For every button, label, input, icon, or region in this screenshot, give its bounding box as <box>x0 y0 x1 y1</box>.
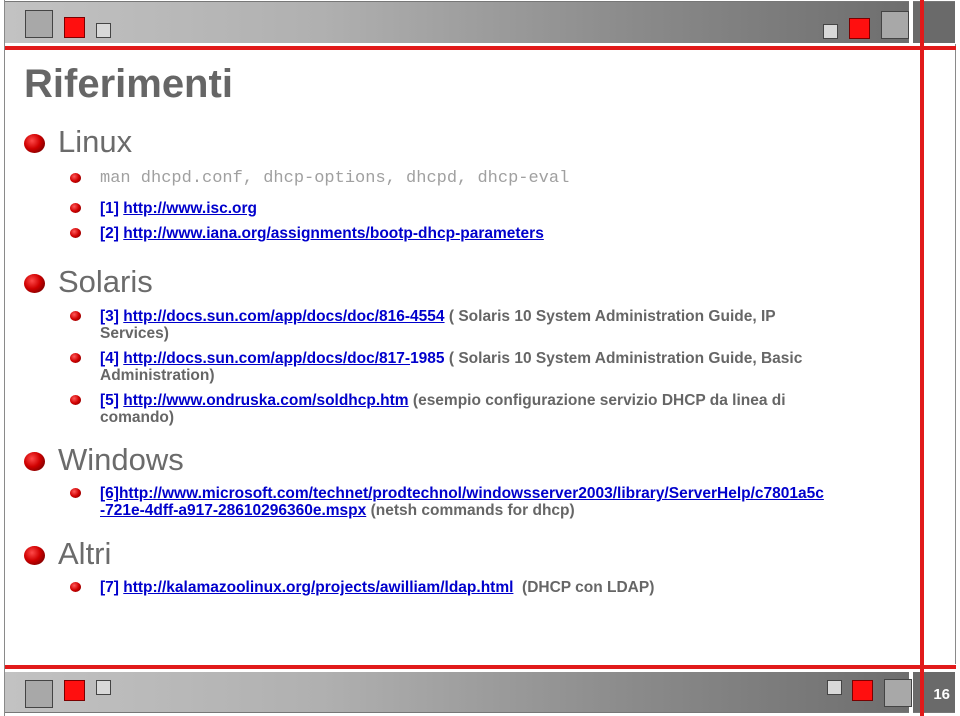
header-bar <box>5 1 909 43</box>
bullet-icon <box>24 451 45 471</box>
bullet-icon <box>70 395 81 405</box>
deco-square-light <box>823 24 838 39</box>
ref-number: [3] <box>100 308 119 325</box>
bullet-icon <box>70 311 81 321</box>
bullet-icon <box>70 173 81 183</box>
bullet-icon <box>24 545 45 565</box>
bullet-icon <box>24 273 45 293</box>
slide-title: Riferimenti <box>24 62 233 106</box>
deco-square-gray <box>25 10 53 38</box>
reference-link[interactable]: http://docs.sun.com/app/docs/doc/816-455… <box>123 308 444 325</box>
reference-link[interactable]: http://www.ondruska.com/soldhcp.htm <box>123 392 408 409</box>
section-title: Windows <box>58 442 184 477</box>
section-title: Solaris <box>58 264 153 299</box>
bullet-icon <box>70 228 81 238</box>
footer-red-line <box>5 665 956 669</box>
reference-link[interactable]: http://www.iana.org/assignments/bootp-dh… <box>123 225 544 242</box>
bullet-icon <box>70 353 81 363</box>
bullet-icon <box>70 488 81 498</box>
section-solaris: Solaris <box>24 264 153 300</box>
vertical-red-line <box>920 0 924 716</box>
deco-square-gray <box>25 680 53 708</box>
header-red-line <box>5 46 956 50</box>
reference-link-tail: 1985 <box>410 350 445 367</box>
footer-bar <box>5 672 909 713</box>
deco-square-red <box>64 17 85 38</box>
section-title: Linux <box>58 124 133 159</box>
reference-description: (netsh commands for dhcp) <box>370 502 575 519</box>
frame-border-right <box>955 44 956 664</box>
deco-square-light <box>96 23 111 38</box>
reference-link-cont[interactable]: -721e-4dff-a917-28610296360e.mspx <box>100 502 366 519</box>
deco-square-gray <box>881 11 909 39</box>
reference-description: ( Solaris 10 System Administration Guide… <box>448 350 803 367</box>
ref-number: [7] <box>100 579 119 596</box>
section-title: Altri <box>58 536 112 571</box>
reference-description-cont: Administration) <box>100 367 215 384</box>
section-linux: Linux <box>24 124 132 160</box>
reference-link[interactable]: http://www.isc.org <box>123 200 257 217</box>
deco-square-red <box>849 18 870 39</box>
deco-square-red <box>852 680 873 701</box>
reference-description-cont: comando) <box>100 409 175 426</box>
frame-border-left <box>4 0 5 716</box>
reference-description-cont: Services) <box>100 325 169 342</box>
reference-link[interactable]: http://www.microsoft.com/technet/prodtec… <box>119 485 824 502</box>
reference-description: ( Solaris 10 System Administration Guide… <box>448 308 776 325</box>
page-number: 16 <box>933 686 950 703</box>
section-altri: Altri <box>24 536 111 572</box>
reference-link[interactable]: http://docs.sun.com/app/docs/doc/817- <box>123 350 410 367</box>
ref-number: [4] <box>100 350 119 367</box>
section-windows: Windows <box>24 442 184 478</box>
reference-link[interactable]: http://kalamazoolinux.org/projects/awill… <box>123 579 513 596</box>
bullet-icon <box>24 133 45 153</box>
deco-square-light <box>96 680 111 695</box>
deco-square-gray <box>884 679 912 707</box>
ref-number: [6] <box>100 485 119 502</box>
ref-number: [1] <box>100 200 119 217</box>
ref-number: [2] <box>100 225 119 242</box>
man-pages-text: man dhcpd.conf, dhcp-options, dhcpd, dhc… <box>100 169 570 188</box>
deco-square-light <box>827 680 842 695</box>
ref-number: [5] <box>100 392 119 409</box>
bullet-icon <box>70 582 81 592</box>
deco-square-red <box>64 680 85 701</box>
bullet-icon <box>70 203 81 213</box>
reference-description: (DHCP con LDAP) <box>522 579 655 596</box>
reference-description: (esempio configurazione servizio DHCP da… <box>412 392 786 409</box>
